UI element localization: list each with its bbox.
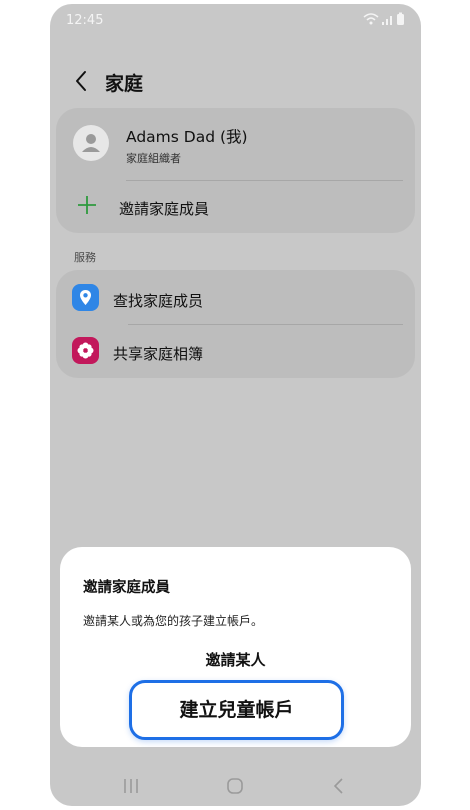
chevron-left-icon (76, 71, 86, 91)
page-title: 家庭 (105, 73, 144, 95)
sheet-description: 邀請某人或為您的孩子建立帳戶。 (83, 614, 264, 628)
invite-family-member-button[interactable]: 邀請家庭成員 (56, 184, 415, 232)
location-pin-icon (72, 284, 99, 311)
find-family-members-label: 查找家庭成员 (113, 292, 204, 310)
navigation-bar (50, 766, 421, 806)
back-button[interactable] (70, 66, 96, 96)
flower-icon (72, 337, 99, 364)
signal-icon (382, 16, 392, 25)
status-time: 12:45 (66, 13, 104, 28)
shared-family-album-label: 共享家庭相簿 (113, 345, 204, 363)
invite-someone-button[interactable]: 邀請某人 (60, 643, 411, 677)
sheet-title: 邀請家庭成員 (83, 580, 170, 596)
person-icon (82, 134, 100, 152)
wifi-icon (363, 13, 379, 25)
header: 家庭 (50, 58, 421, 104)
divider (126, 180, 403, 181)
status-icons (363, 12, 404, 25)
member-name: Adams Dad (我) (126, 128, 248, 146)
plus-icon (78, 196, 96, 214)
shared-family-album-item[interactable]: 共享家庭相簿 (56, 330, 415, 376)
home-button[interactable] (220, 774, 250, 798)
services-section-label: 服務 (74, 251, 96, 264)
back-icon (333, 778, 343, 794)
create-child-account-button[interactable]: 建立兒童帳戶 (129, 680, 344, 740)
divider (128, 324, 403, 325)
recent-apps-icon (124, 779, 138, 793)
phone-screen: 12:45 家庭 Adams Dad (我) 家庭組織者 邀請家庭成員 服務 查… (50, 4, 421, 806)
invite-family-member-label: 邀請家庭成員 (119, 200, 210, 218)
nav-back-button[interactable] (324, 774, 354, 798)
recent-apps-button[interactable] (116, 774, 146, 798)
invite-bottom-sheet: 邀請家庭成員 邀請某人或為您的孩子建立帳戶。 邀請某人 建立兒童帳戶 (60, 547, 411, 747)
find-family-members-item[interactable]: 查找家庭成员 (56, 277, 415, 323)
member-role: 家庭組織者 (126, 152, 181, 165)
avatar[interactable] (73, 125, 109, 161)
status-bar: 12:45 (50, 4, 421, 36)
home-icon (227, 778, 243, 794)
battery-icon (397, 12, 404, 25)
